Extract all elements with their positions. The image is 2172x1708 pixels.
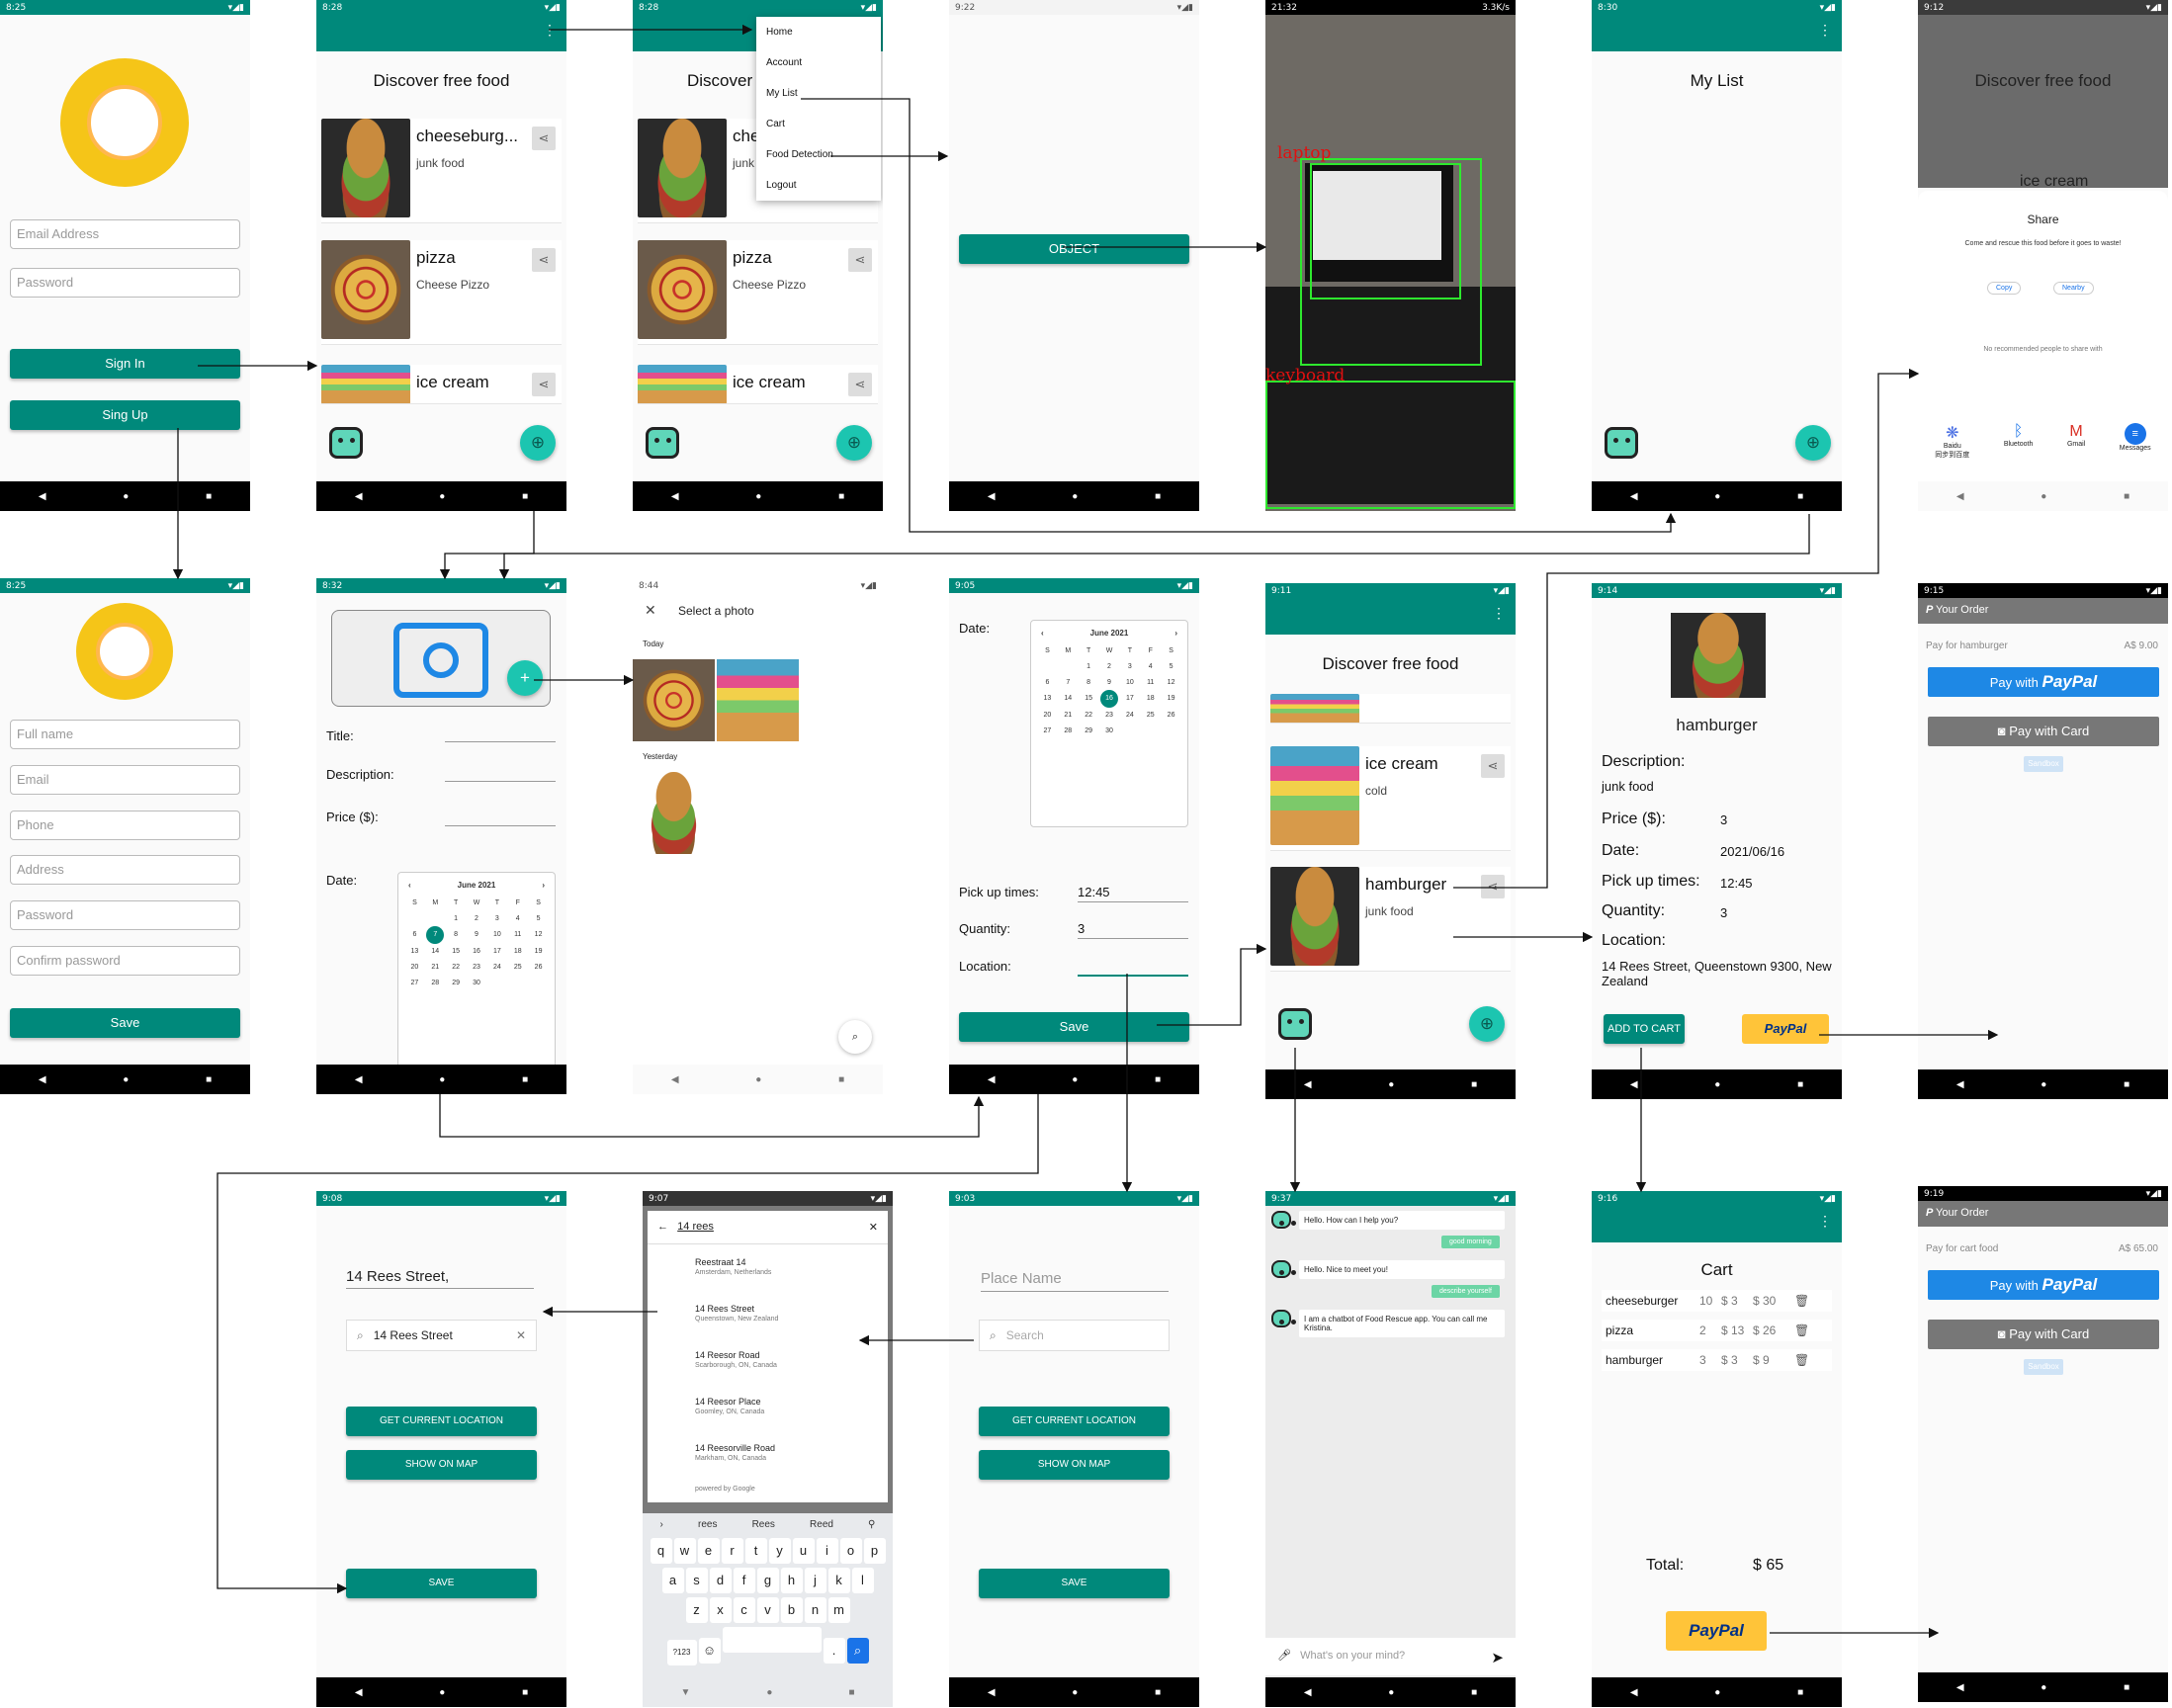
flow-arrow — [217, 1094, 1039, 1594]
flow-arrow — [498, 511, 535, 580]
flow-arrow — [439, 514, 1810, 580]
flow-arrow — [801, 98, 1677, 533]
flow-arrow — [1157, 943, 1267, 1026]
flow-arrow — [1453, 368, 1920, 889]
flow-arrow — [439, 1094, 985, 1138]
flow-board: 8:25 ▾◢▮ Email Address Password Sign In S… — [0, 0, 2172, 1708]
flow-arrows — [172, 24, 1999, 1639]
